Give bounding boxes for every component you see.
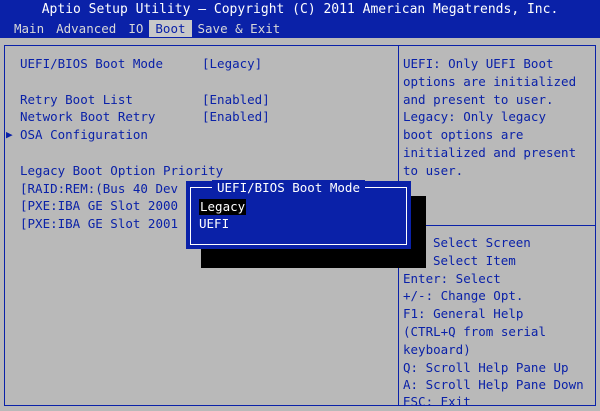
help-line-7: to user.: [403, 162, 464, 178]
popup-option-uefi[interactable]: UEFI: [199, 216, 229, 232]
boot-option-2[interactable]: [PXE:IBA GE Slot 2000: [20, 198, 178, 214]
tab-advanced[interactable]: Advanced: [50, 20, 122, 37]
help-line-4: Legacy: Only legacy: [403, 109, 546, 125]
boot-mode-popup: UEFI/BIOS Boot Mode Legacy UEFI: [186, 180, 411, 249]
osa-configuration-item[interactable]: OSA Configuration: [20, 127, 148, 143]
key-general-help: F1: General Help: [403, 306, 524, 322]
boot-mode-value[interactable]: [Legacy]: [202, 56, 262, 72]
tab-bar: Main Advanced IO Boot Save & Exit: [8, 20, 286, 37]
tab-save-exit[interactable]: Save & Exit: [192, 20, 287, 37]
tab-io[interactable]: IO: [122, 20, 149, 37]
key-select-screen: Select Screen: [433, 235, 531, 250]
help-line-1: UEFI: Only UEFI Boot: [403, 56, 554, 71]
tab-boot[interactable]: Boot: [149, 20, 192, 37]
key-esc-exit: ESC: Exit: [403, 394, 471, 409]
submenu-arrow-icon: ▶: [6, 128, 13, 141]
legacy-priority-heading: Legacy Boot Option Priority: [20, 163, 224, 178]
window-title: Aptio Setup Utility – Copyright (C) 2011…: [41, 2, 559, 17]
popup-option-legacy[interactable]: Legacy: [199, 199, 247, 215]
key-enter: Enter: Select: [403, 270, 501, 286]
key-keyboard: keyboard): [403, 341, 471, 357]
key-select-item: Select Item: [433, 252, 516, 268]
key-change-opt: +/-: Change Opt.: [403, 288, 524, 304]
help-line-5: boot options are: [403, 127, 524, 143]
retry-boot-list-value[interactable]: [Enabled]: [202, 92, 270, 108]
help-line-6: initialized and present: [403, 145, 577, 160]
key-scroll-up: Q: Scroll Help Pane Up: [403, 359, 569, 375]
network-boot-retry-value[interactable]: [Enabled]: [202, 109, 270, 125]
popup-title: UEFI/BIOS Boot Mode: [212, 180, 365, 196]
key-scroll-down: A: Scroll Help Pane Down: [403, 377, 584, 393]
boot-mode-label[interactable]: UEFI/BIOS Boot Mode: [20, 56, 163, 72]
network-boot-retry-label[interactable]: Network Boot Retry: [20, 109, 155, 125]
boot-option-3[interactable]: [PXE:IBA GE Slot 2001: [20, 216, 178, 232]
retry-boot-list-label[interactable]: Retry Boot List: [20, 92, 133, 108]
help-line-2: options are initialized: [403, 73, 577, 89]
help-line-3: and present to user.: [403, 91, 554, 107]
help-divider: [399, 225, 596, 226]
tab-main[interactable]: Main: [8, 20, 50, 37]
top-bar: Aptio Setup Utility – Copyright (C) 2011…: [0, 0, 600, 38]
key-ctrl-q: (CTRL+Q from serial: [403, 324, 546, 339]
boot-option-1[interactable]: [RAID:REM:(Bus 40 Dev: [20, 181, 178, 197]
